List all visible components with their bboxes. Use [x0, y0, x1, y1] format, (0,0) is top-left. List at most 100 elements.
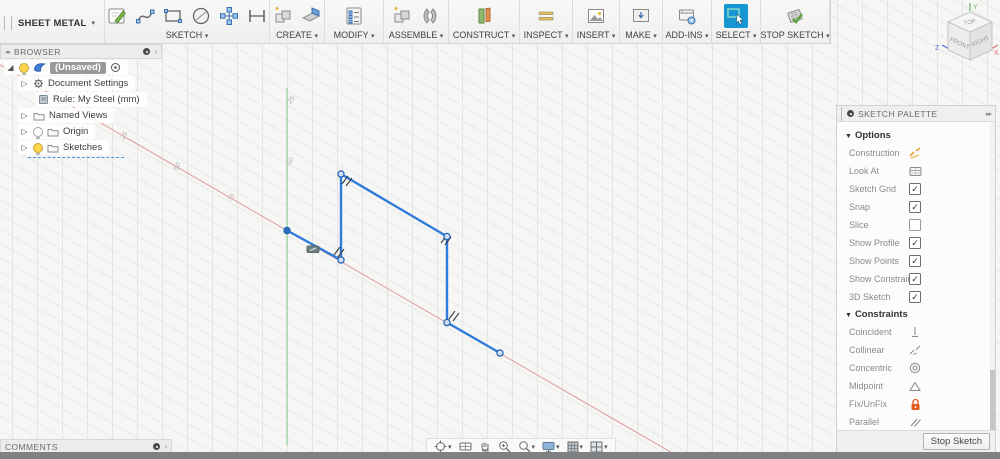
show-constraints-checkbox[interactable]: ✓ [909, 273, 921, 285]
view-cube[interactable]: Y X Z TOP FRONT RIGHT [925, 2, 1000, 68]
display-button[interactable]: ▾ [542, 441, 560, 453]
spline-icon[interactable] [133, 4, 157, 28]
expander-icon[interactable]: ▷ [20, 127, 29, 136]
new-body-icon[interactable] [271, 4, 295, 28]
sketch-point[interactable] [337, 170, 345, 178]
grid-settings-button[interactable]: ▾ [567, 441, 583, 453]
sketch-point[interactable] [283, 226, 291, 235]
new-component-icon[interactable] [390, 4, 414, 28]
select-icon[interactable] [724, 3, 749, 28]
expander-icon[interactable]: ▷ [20, 79, 29, 88]
concentric-icon[interactable] [907, 362, 923, 374]
lock-icon[interactable] [907, 398, 923, 411]
parallel-constraint-mark[interactable] [448, 310, 456, 320]
visibility-bulb-on-icon[interactable] [33, 142, 43, 155]
collinear-icon[interactable] [907, 345, 923, 356]
activate-radio-icon[interactable] [110, 62, 121, 73]
browser-row-document-settings[interactable]: ▷ Document Settings [18, 76, 162, 91]
sketch-polyline[interactable] [285, 172, 502, 355]
expander-icon[interactable]: ▷ [20, 111, 29, 120]
parallel-constraint-mark[interactable] [333, 246, 341, 256]
dimension-icon[interactable] [245, 4, 269, 28]
browser-row-rule-my-steel-mm-[interactable]: Rule: My Steel (mm) [36, 92, 162, 107]
sketch-point[interactable] [496, 349, 504, 357]
toolbar-group-label[interactable]: INSERT ▾ [577, 29, 616, 43]
scrollbar-thumb[interactable] [990, 370, 995, 430]
comments-icon[interactable] [153, 443, 161, 450]
browser-item-label[interactable]: Named Views [49, 110, 107, 121]
toolbar-group-label[interactable]: MODIFY ▾ [334, 29, 375, 43]
browser-row-origin[interactable]: ▷ Origin [18, 124, 162, 139]
insert-image-icon[interactable] [584, 4, 608, 28]
coincident-icon[interactable] [907, 326, 923, 338]
toolbar-group-label[interactable]: SELECT ▾ [716, 29, 757, 43]
joint-icon[interactable] [418, 4, 442, 28]
chevron-right-icon[interactable]: › [154, 47, 157, 56]
modify-list-icon[interactable] [342, 4, 366, 28]
expander-icon[interactable]: ▷ [20, 143, 29, 152]
stop-sketch-icon[interactable] [783, 4, 807, 28]
browser-item-label[interactable]: Document Settings [48, 78, 128, 89]
palette-row-midpoint[interactable]: Midpoint [837, 377, 995, 395]
parallel-icon[interactable] [907, 417, 923, 428]
pan-button[interactable] [479, 441, 491, 453]
slice-checkbox[interactable] [909, 219, 921, 231]
palette-row-coincident[interactable]: Coincident [837, 323, 995, 341]
3d-sketch-checkbox[interactable]: ✓ [909, 291, 921, 303]
snap-checkbox[interactable]: ✓ [909, 201, 921, 213]
palette-row-show-profile[interactable]: Show Profile ✓ [837, 234, 995, 252]
browser-header[interactable]: ◂▸ BROWSER › [0, 44, 162, 59]
viewports-button[interactable]: ▾ [590, 441, 608, 453]
sketch-grid-checkbox[interactable]: ✓ [909, 183, 921, 195]
browser-row--unsaved-[interactable]: ◢ (Unsaved) [4, 60, 162, 75]
toolbar-group-label[interactable]: CREATE ▾ [276, 29, 318, 43]
show-profile-checkbox[interactable]: ✓ [909, 237, 921, 249]
browser-row-sketches[interactable]: ▷ Sketches [18, 140, 162, 155]
rectangle-icon[interactable] [161, 4, 185, 28]
construction-icon[interactable] [907, 147, 923, 159]
browser-item-label[interactable]: Sketches [63, 142, 102, 153]
look-at-nav-button[interactable] [459, 441, 472, 452]
measure-icon[interactable] [534, 4, 558, 28]
midpoint-icon[interactable] [907, 381, 923, 392]
toolbar-group-label[interactable]: STOP SKETCH ▾ [760, 29, 829, 43]
circle-icon[interactable] [189, 4, 213, 28]
browser-item-label[interactable]: Rule: My Steel (mm) [53, 94, 140, 105]
palette-row-fix-unfix[interactable]: Fix/UnFix [837, 395, 995, 413]
toolbar-group-label[interactable]: ASSEMBLE ▾ [389, 29, 444, 43]
chevron-right-icon[interactable]: › [164, 442, 167, 451]
workspace-selector[interactable]: SHEET METAL ▾ [0, 0, 106, 43]
add-ins-icon[interactable]: >_ [675, 4, 699, 28]
expander-open-icon[interactable]: ◢ [6, 63, 15, 72]
palette-section-constraints[interactable]: ▼ Constraints [837, 306, 995, 323]
palette-scrollbar[interactable] [990, 122, 995, 430]
palette-row-snap[interactable]: Snap ✓ [837, 198, 995, 216]
palette-row-parallel[interactable]: Parallel [837, 413, 995, 430]
look-at-icon[interactable] [907, 166, 923, 177]
display-mode-icon[interactable] [143, 48, 151, 55]
palette-row-show-constraints[interactable]: Show Constraints ✓ [837, 270, 995, 288]
stop-sketch-button[interactable]: Stop Sketch [922, 433, 990, 450]
collapse-arrows-icon[interactable]: ◂▸ [5, 48, 11, 56]
toolbar-group-label[interactable]: INSPECT ▾ [524, 29, 569, 43]
visibility-bulb-off-icon[interactable] [33, 126, 43, 139]
browser-item-label[interactable]: (Unsaved) [50, 61, 106, 74]
palette-row-slice[interactable]: Slice [837, 216, 995, 234]
collapse-arrows-icon[interactable]: ▸▸ [986, 110, 992, 118]
browser-row-named-views[interactable]: ▷ Named Views [18, 108, 162, 123]
show-points-checkbox[interactable]: ✓ [909, 255, 921, 267]
palette-row-3d-sketch[interactable]: 3D Sketch ✓ [837, 288, 995, 306]
palette-row-collinear[interactable]: Collinear [837, 341, 995, 359]
construct-plane-icon[interactable] [472, 4, 496, 28]
toolbar-group-label[interactable]: SKETCH ▾ [166, 29, 209, 43]
palette-row-construction[interactable]: Construction [837, 144, 995, 162]
toolbar-group-label[interactable]: CONSTRUCT ▾ [453, 29, 515, 43]
pattern-icon[interactable] [217, 4, 241, 28]
toolbar-group-label[interactable]: ADD-INS ▾ [666, 29, 709, 43]
palette-row-look-at[interactable]: Look At [837, 162, 995, 180]
palette-section-options[interactable]: ▼ Options [837, 127, 995, 144]
sketch-point[interactable] [443, 232, 451, 241]
palette-header[interactable]: SKETCH PALETTE ▸▸ [837, 106, 995, 122]
sketch-point[interactable] [337, 256, 345, 264]
make-icon[interactable] [629, 4, 653, 28]
